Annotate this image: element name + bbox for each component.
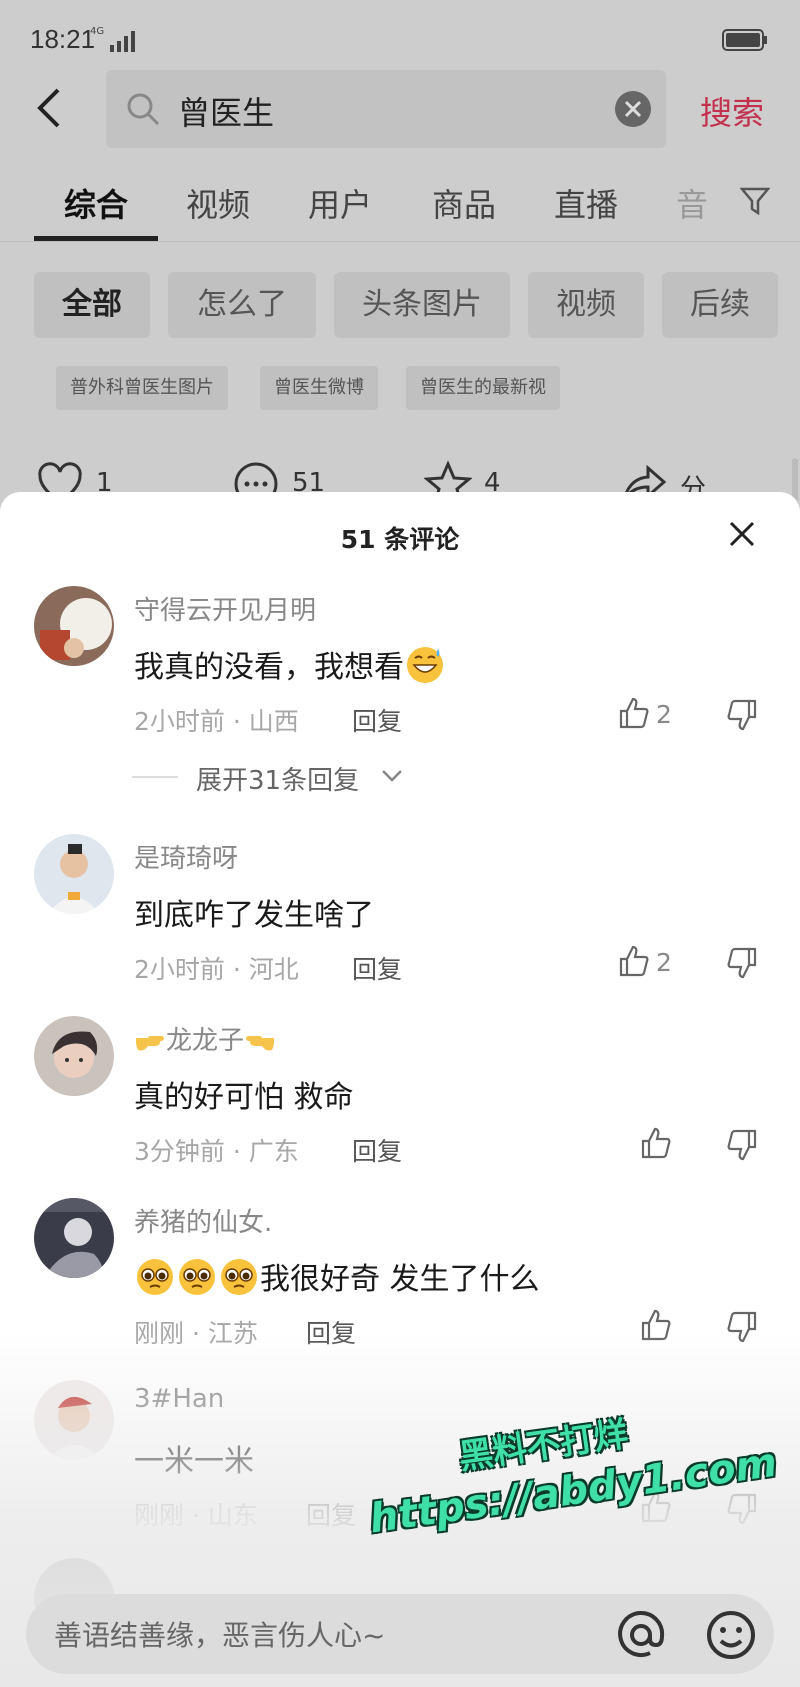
comment-time-location: 2小时前 · 山西 [134, 707, 299, 736]
reply-button[interactable]: 回复 [306, 1314, 356, 1350]
thumbs-down-icon[interactable] [726, 1492, 758, 1526]
comment-time-location: 刚刚 · 山东 [134, 1501, 258, 1530]
tab-music[interactable]: 音 [676, 180, 708, 226]
comment-username[interactable]: 养猪的仙女. [134, 1202, 272, 1239]
comment-username[interactable]: 守得云开见月明 [134, 590, 316, 627]
search-input[interactable]: 曾医生 [106, 70, 666, 148]
avatar[interactable] [34, 1016, 114, 1096]
thumbs-down-icon[interactable] [726, 1310, 758, 1344]
reply-button[interactable]: 回复 [352, 1132, 402, 1168]
pleading-face-emoji-icon [179, 1259, 215, 1295]
avatar[interactable] [34, 1380, 114, 1460]
search-row: 曾医生 搜索 [0, 70, 800, 150]
expand-divider [132, 776, 178, 778]
background-page: 18:21 4G 曾医生 搜索 综合 视频 用户 商品 直播 音 全部 怎么了 … [0, 0, 800, 541]
battery-icon [722, 29, 767, 51]
tab-video[interactable]: 视频 [186, 180, 250, 226]
at-mention-icon[interactable] [614, 1608, 668, 1662]
pleading-face-emoji-icon [137, 1259, 173, 1295]
like-count: 2 [656, 948, 672, 977]
search-value: 曾医生 [178, 94, 275, 132]
avatar[interactable] [34, 586, 114, 666]
pointing-right-hand-icon [136, 1036, 164, 1051]
comment-text: 一米一米 [134, 1444, 254, 1479]
tab-goods[interactable]: 商品 [432, 180, 496, 226]
comment-username[interactable]: 龙龙子 [134, 1020, 276, 1057]
chip-all[interactable]: 全部 [34, 272, 150, 338]
thumbs-up-icon[interactable] [618, 944, 650, 978]
tab-all[interactable]: 综合 [64, 180, 128, 226]
comment-time-location: 刚刚 · 江苏 [134, 1319, 258, 1348]
pointing-left-hand-icon [246, 1036, 275, 1051]
comment-text: 到底咋了发生啥了 [134, 898, 374, 933]
comment-time-location: 3分钟前 · 广东 [134, 1137, 299, 1166]
signal-icon [110, 31, 135, 52]
thumbs-down-icon[interactable] [726, 946, 758, 980]
thumbs-up-icon[interactable] [640, 1126, 672, 1160]
expand-replies-label: 展开31条回复 [196, 766, 360, 796]
avatar[interactable] [34, 834, 114, 914]
pleading-face-emoji-icon [221, 1259, 257, 1295]
suggestion-3[interactable]: 曾医生的最新视 [406, 366, 560, 410]
thumbs-up-icon[interactable] [618, 696, 650, 730]
comment-username[interactable]: 是琦琦呀 [134, 838, 238, 875]
reply-button[interactable]: 回复 [306, 1496, 356, 1532]
close-icon[interactable] [728, 520, 756, 548]
chip-follow-up[interactable]: 后续 [662, 272, 778, 338]
chip-video[interactable]: 视频 [528, 272, 644, 338]
sweat-smile-emoji-icon [407, 647, 443, 683]
tab-live[interactable]: 直播 [554, 180, 618, 226]
search-tabs: 综合 视频 用户 商品 直播 音 [0, 170, 800, 242]
comment-input[interactable]: 善语结善缘，恶言伤人心~ [26, 1594, 774, 1674]
like-count: 2 [656, 700, 672, 729]
comment-username[interactable]: 3#Han [134, 1384, 224, 1414]
thumbs-down-icon[interactable] [726, 1128, 758, 1162]
thumbs-up-icon[interactable] [640, 1308, 672, 1342]
thumbs-down-icon[interactable] [726, 698, 758, 732]
reply-button[interactable]: 回复 [352, 950, 402, 986]
comment-time-location: 2小时前 · 河北 [134, 955, 299, 984]
reply-button[interactable]: 回复 [352, 702, 402, 738]
suggestion-2[interactable]: 曾医生微博 [260, 366, 378, 410]
search-button[interactable]: 搜索 [700, 88, 764, 134]
comment-input-placeholder: 善语结善缘，恶言伤人心~ [54, 1619, 386, 1652]
avatar[interactable] [34, 1198, 114, 1278]
network-label: 4G [90, 26, 105, 37]
filter-icon[interactable] [740, 186, 770, 216]
status-time: 18:21 [30, 24, 96, 54]
chip-headline-images[interactable]: 头条图片 [334, 272, 510, 338]
emoji-picker-icon[interactable] [704, 1608, 758, 1662]
back-icon[interactable] [34, 86, 66, 130]
chevron-down-icon [382, 770, 402, 782]
comment-text: 真的好可怕 救命 [134, 1080, 354, 1115]
suggestion-1[interactable]: 普外科曾医生图片 [56, 366, 228, 410]
clear-icon[interactable] [614, 90, 652, 128]
chip-what[interactable]: 怎么了 [168, 272, 316, 338]
search-icon [127, 93, 160, 126]
sheet-title: 51 条评论 [340, 525, 460, 554]
tab-underline [34, 236, 158, 241]
comment-text: 我很好奇 发生了什么 [134, 1254, 540, 1298]
comment-text: 我真的没看，我想看 [134, 642, 446, 686]
tab-user[interactable]: 用户 [308, 180, 372, 226]
